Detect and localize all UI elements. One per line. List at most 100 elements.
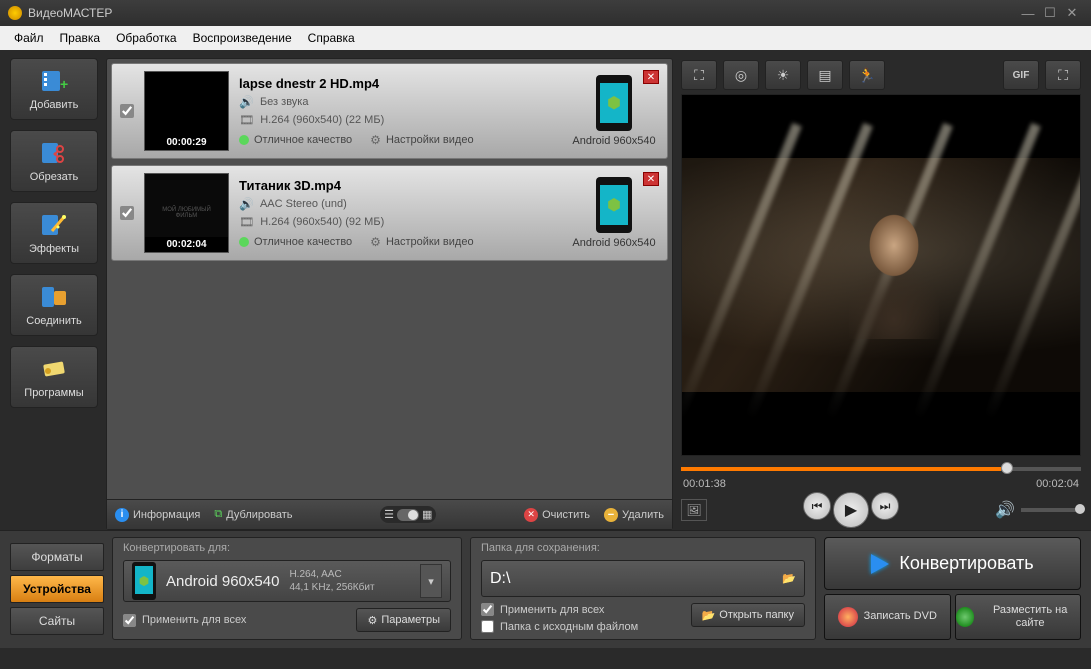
browse-folder-button[interactable]: 📂 (782, 572, 796, 585)
target-tabs: Форматы Устройства Сайты (10, 537, 104, 640)
effects-label: Эффекты (29, 243, 79, 255)
menu-process[interactable]: Обработка (108, 31, 185, 45)
list-view-icon: ☰ (384, 508, 394, 521)
same-folder-check[interactable]: Папка с исходным файлом (481, 620, 638, 633)
delete-icon: − (604, 508, 618, 522)
video-list: 00:00:29 lapse dnestr 2 HD.mp4 🔊 Без звук… (106, 58, 673, 530)
menu-edit[interactable]: Правка (52, 31, 109, 45)
tab-formats[interactable]: Форматы (10, 543, 104, 571)
video-frame (682, 158, 1080, 392)
video-settings-link[interactable]: ⚙Настройки видео (370, 133, 473, 147)
gif-button[interactable]: GIF (1003, 60, 1039, 90)
prev-button[interactable]: ⏮ (803, 492, 831, 520)
apply-all-convert[interactable]: Применить для всех (123, 614, 246, 627)
item-checkbox[interactable] (120, 104, 134, 118)
film-plus-icon: + (39, 67, 69, 95)
clear-button[interactable]: ✕Очистить (524, 508, 590, 522)
view-mode-toggle[interactable]: ☰ ▦ (380, 506, 436, 523)
save-path: D:\ (490, 570, 772, 588)
speaker-icon: 🔊 (239, 197, 254, 211)
tab-sites[interactable]: Сайты (10, 607, 104, 635)
convert-for-label: Конвертировать для: (123, 542, 451, 554)
title-bar: ВидеоМАСТЕР — ☐ ✕ (0, 0, 1091, 26)
open-folder-button[interactable]: 📂Открыть папку (691, 603, 805, 627)
join-icon (39, 283, 69, 311)
minimize-button[interactable]: — (1017, 6, 1039, 21)
video-item[interactable]: МОЙ ЛЮБИМЫЙФИЛЬМ 00:02:04 Титаник 3D.mp4… (111, 165, 668, 261)
menu-help[interactable]: Справка (300, 31, 363, 45)
snapshot-button[interactable]: 🖼 (681, 499, 707, 521)
params-button[interactable]: ⚙Параметры (356, 608, 451, 632)
delete-button[interactable]: −Удалить (604, 508, 664, 522)
video-item[interactable]: 00:00:29 lapse dnestr 2 HD.mp4 🔊Без звук… (111, 63, 668, 159)
programs-label: Программы (24, 387, 83, 399)
fullscreen-button[interactable]: ⛶ (1045, 60, 1081, 90)
action-buttons: Конвертировать Записать DVD Разместить н… (824, 537, 1081, 640)
scissors-icon (39, 139, 69, 167)
info-button[interactable]: iИнформация (115, 508, 200, 522)
filename: lapse dnestr 2 HD.mp4 (239, 76, 559, 91)
sun-icon: ☀ (777, 67, 790, 84)
publish-button[interactable]: Разместить на сайте (955, 594, 1082, 640)
duplicate-button[interactable]: ⧉Дублировать (214, 508, 292, 521)
menu-file[interactable]: Файл (6, 31, 52, 45)
menu-playback[interactable]: Воспроизведение (185, 31, 300, 45)
add-label: Добавить (30, 99, 79, 111)
running-icon: 🏃 (858, 67, 875, 84)
item-checkbox[interactable] (120, 206, 134, 220)
text-button[interactable]: ▤ (807, 60, 843, 90)
volume-slider[interactable] (1021, 508, 1081, 512)
cut-label: Обрезать (30, 171, 79, 183)
gear-icon: ⚙ (370, 133, 381, 147)
device-selector[interactable]: Android 960x540 H.264, AAC44,1 KHz, 256К… (123, 560, 451, 602)
globe-icon (956, 607, 975, 627)
film-icon: 🎞 (239, 113, 254, 127)
video-spec: H.264 (960x540) (92 МБ) (260, 216, 384, 228)
brightness-button[interactable]: ☀ (765, 60, 801, 90)
speed-button[interactable]: 🏃 (849, 60, 885, 90)
tab-devices[interactable]: Устройства (10, 575, 104, 603)
effects-button[interactable]: Эффекты (10, 202, 98, 264)
enhance-button[interactable]: ◎ (723, 60, 759, 90)
volume-icon[interactable]: 🔊 (995, 500, 1015, 520)
gear-icon: ⚙ (367, 614, 377, 627)
video-settings-link[interactable]: ⚙Настройки видео (370, 235, 473, 249)
path-row: D:\ 📂 (481, 560, 805, 597)
device-dropdown[interactable]: ▾ (420, 564, 442, 598)
burn-dvd-button[interactable]: Записать DVD (824, 594, 951, 640)
seek-bar[interactable] (681, 460, 1081, 478)
video-thumbnail[interactable]: МОЙ ЛЮБИМЫЙФИЛЬМ 00:02:04 (144, 173, 229, 253)
save-folder-panel: Папка для сохранения: D:\ 📂 Применить дл… (470, 537, 816, 640)
quality-label: Отличное качество (254, 236, 352, 248)
sidebar: + Добавить Обрезать Эффекты Соединить Пр… (10, 58, 98, 530)
convert-button[interactable]: Конвертировать (824, 537, 1081, 590)
remove-item-button[interactable]: ✕ (643, 70, 659, 84)
quality-label: Отличное качество (254, 134, 352, 146)
crop-icon: ⛶ (694, 67, 704, 84)
video-thumbnail[interactable]: 00:00:29 (144, 71, 229, 151)
audio-spec: Без звука (260, 96, 309, 108)
maximize-button[interactable]: ☐ (1039, 5, 1061, 21)
cut-button[interactable]: Обрезать (10, 130, 98, 192)
menu-bar: Файл Правка Обработка Воспроизведение Сп… (0, 26, 1091, 50)
info-icon: i (115, 508, 129, 522)
join-button[interactable]: Соединить (10, 274, 98, 336)
play-button[interactable]: ▶ (833, 492, 869, 528)
fullscreen-icon: ⛶ (1058, 67, 1068, 84)
target-device: Android 960x540 (569, 177, 659, 249)
remove-item-button[interactable]: ✕ (643, 172, 659, 186)
preview-toolbar: ⛶ ◎ ☀ ▤ 🏃 GIF ⛶ (681, 58, 1081, 92)
bottom-panel: Форматы Устройства Сайты Конвертировать … (0, 530, 1091, 648)
crop-button[interactable]: ⛶ (681, 60, 717, 90)
apply-all-save[interactable]: Применить для всех (481, 603, 638, 616)
list-toolbar: iИнформация ⧉Дублировать ☰ ▦ ✕Очистить −… (107, 499, 672, 529)
programs-button[interactable]: Программы (10, 346, 98, 408)
time-total: 00:02:04 (1036, 478, 1079, 490)
add-button[interactable]: + Добавить (10, 58, 98, 120)
close-button[interactable]: ✕ (1061, 5, 1083, 21)
quality-dot-icon (239, 135, 249, 145)
seek-knob[interactable] (1001, 462, 1013, 474)
next-button[interactable]: ⏭ (871, 492, 899, 520)
clear-icon: ✕ (524, 508, 538, 522)
video-viewport[interactable] (681, 94, 1081, 456)
